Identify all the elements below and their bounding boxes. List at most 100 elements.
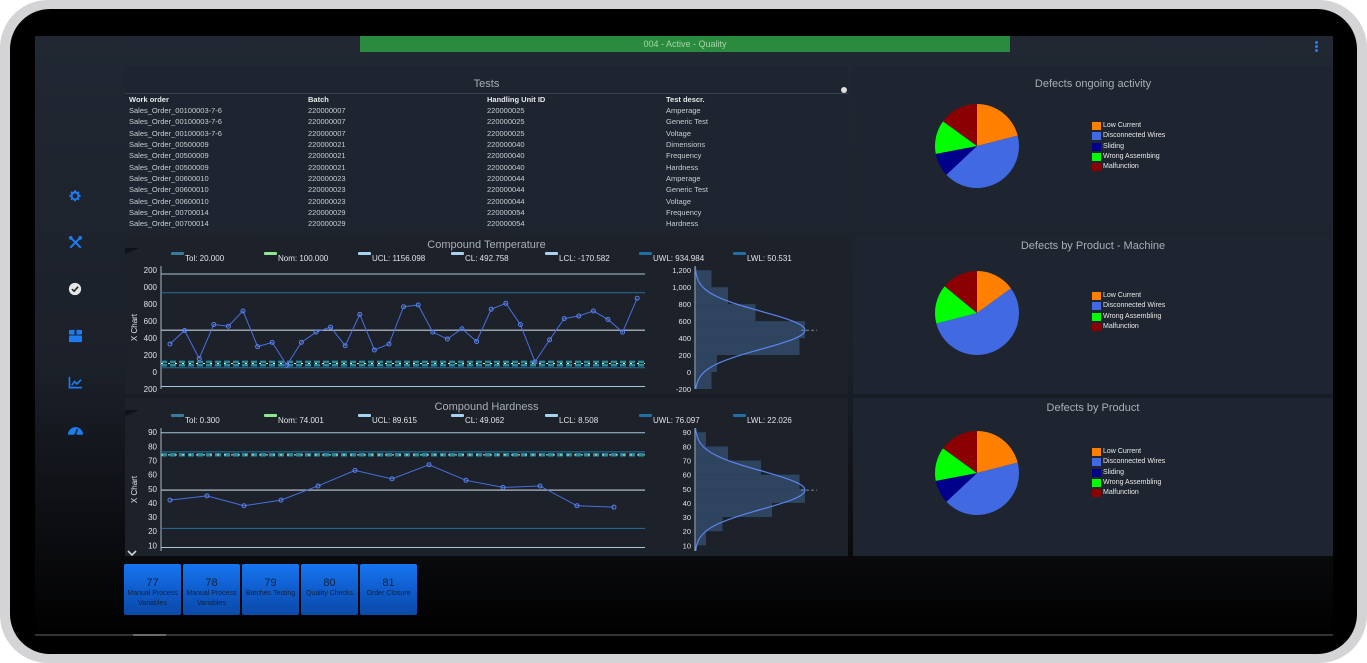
column-header[interactable]: Batch xyxy=(308,94,487,105)
tile-label: Manual Process Variables xyxy=(186,590,237,607)
table-row[interactable]: Sales_Order_00700014 220000029 220000054 Ha… xyxy=(129,218,849,229)
histogram-tick-label: 600 xyxy=(678,317,691,326)
histogram-bar xyxy=(695,355,717,373)
legend-item[interactable]: Wrong Assembling xyxy=(1092,312,1165,322)
pie-legend: Low Current Disconnected Wires Sliding Wron… xyxy=(1092,121,1165,172)
tile-label: Batches Testing xyxy=(245,590,296,597)
legend-swatch xyxy=(1092,458,1101,467)
legend-item[interactable]: Malfunction xyxy=(1092,322,1165,332)
legend-item[interactable]: Disconnected Wires xyxy=(1092,131,1165,141)
histogram-bar xyxy=(695,474,800,489)
table-row[interactable]: Sales_Order_00500009 220000021 220000040 Di… xyxy=(129,139,849,150)
histogram-bar xyxy=(695,338,800,356)
table-row[interactable]: Sales_Order_00100003-7-6 220000007 2200000… xyxy=(129,105,849,116)
table-cell: 220000021 xyxy=(308,151,346,161)
column-header[interactable]: Handling Unit ID xyxy=(487,94,666,105)
table-cell: 220000021 xyxy=(308,140,346,150)
table-cell: Frequency xyxy=(666,207,702,217)
table-cell: Amperage xyxy=(666,173,701,183)
y-axis-label: X Chart xyxy=(130,313,139,341)
histogram-tick-label: 400 xyxy=(678,334,691,343)
table-cell: 220000007 xyxy=(308,128,346,138)
tile-label: Order Closure xyxy=(366,590,411,597)
y-tick-label: 200 xyxy=(144,385,158,394)
legend-item[interactable]: Malfunction xyxy=(1092,488,1165,498)
gear-icon[interactable] xyxy=(65,186,85,206)
legend-item[interactable]: Malfunction xyxy=(1092,162,1165,172)
nav-tile-button[interactable]: 80 Quality Checks xyxy=(301,564,358,615)
table-row[interactable]: Sales_Order_00100003-7-6 220000007 2200000… xyxy=(129,116,849,127)
tools-icon[interactable] xyxy=(65,232,85,252)
chart-plot: X Chart 200 0 200 400 600 800 000 200 -200 0 200 400… xyxy=(130,265,817,394)
table-header-row: Work order Batch Handling Unit ID Test d… xyxy=(129,94,849,105)
table-cell: 220000023 xyxy=(308,185,346,195)
table-cell: 220000021 xyxy=(308,162,346,172)
legend-label: Disconnected Wires xyxy=(1103,132,1166,140)
legend-item[interactable]: Disconnected Wires xyxy=(1092,457,1165,467)
tile-number: 81 xyxy=(382,577,395,589)
legend-item[interactable]: Wrong Assembing xyxy=(1092,152,1165,162)
legend-label: Low Current xyxy=(1103,122,1142,129)
legend-item[interactable]: Low Current xyxy=(1092,121,1165,131)
y-tick-label: 000 xyxy=(144,283,158,292)
legend-label: Sliding xyxy=(1103,142,1125,150)
scrollbar-thumb[interactable] xyxy=(133,634,166,636)
table-cell: 220000040 xyxy=(487,151,525,161)
kebab-menu-icon[interactable] xyxy=(1315,41,1319,52)
table-cell: Sales_Order_00700014 xyxy=(129,219,209,229)
box-icon[interactable] xyxy=(65,326,85,346)
table-cell: Sales_Order_00600010 xyxy=(129,185,209,195)
table-cell: 220000044 xyxy=(487,196,525,206)
table-row[interactable]: Sales_Order_00600010 220000023 220000044 Ge… xyxy=(129,184,849,195)
legend-label: Disconnected Wires xyxy=(1103,302,1166,310)
legend-label: Wrong Assembing xyxy=(1103,152,1160,160)
table-cell: 220000029 xyxy=(308,219,346,229)
legend-item[interactable]: Disconnected Wires xyxy=(1092,301,1165,311)
table-row[interactable]: Sales_Order_00100003-7-6 220000007 2200000… xyxy=(129,128,849,139)
histogram-tick-label: 60 xyxy=(683,471,691,480)
column-header[interactable]: Test descr. xyxy=(666,94,849,105)
chevron-down-icon[interactable] xyxy=(127,548,137,558)
histogram-tick-label: 40 xyxy=(683,499,691,508)
table-cell: Sales_Order_00100003-7-6 xyxy=(129,117,222,127)
table-row[interactable]: Sales_Order_00700014 220000029 220000054 Fr… xyxy=(129,207,849,218)
check-circle-icon[interactable] xyxy=(65,279,85,299)
table-cell: Sales_Order_00100003-7-6 xyxy=(129,106,222,116)
horizontal-scrollbar[interactable] xyxy=(35,634,1333,636)
table-cell: Generic Test xyxy=(666,185,708,195)
legend-item[interactable]: Low Current xyxy=(1092,447,1165,457)
histogram-tick-label: 1,200 xyxy=(672,266,691,275)
nav-tile-button[interactable]: 78 Manual Process Variables xyxy=(183,564,240,615)
legend-item[interactable]: Wrong Assembling xyxy=(1092,478,1165,488)
table-row[interactable]: Sales_Order_00600010 220000023 220000044 Vo… xyxy=(129,195,849,206)
series-line xyxy=(169,464,615,508)
legend-swatch xyxy=(1092,302,1101,311)
pie-chart xyxy=(935,271,1019,355)
chart-plot: X Chart 10 20 30 40 50 60 70 80 90 10 20 30 40 50 60 70 8… xyxy=(130,427,817,552)
legend-swatch xyxy=(1092,489,1101,498)
table-cell: Sales_Order_00700014 xyxy=(129,207,209,217)
table-row[interactable]: Sales_Order_00500009 220000021 220000040 Ha… xyxy=(129,161,849,172)
table-cell: Sales_Order_00500009 xyxy=(129,151,209,161)
table-cell: Sales_Order_00500009 xyxy=(129,140,209,150)
nav-tile-button[interactable]: 79 Batches Testing xyxy=(242,564,299,615)
column-header[interactable]: Work order xyxy=(129,94,308,105)
table-row[interactable]: Sales_Order_00600010 220000023 220000044 Am… xyxy=(129,173,849,184)
legend-swatch xyxy=(1092,292,1101,300)
legend-item[interactable]: Sliding xyxy=(1092,468,1165,478)
tile-label: Quality Checks xyxy=(305,590,354,597)
gauge-icon[interactable] xyxy=(65,419,85,439)
table-cell: 220000007 xyxy=(308,117,346,127)
legend-swatch xyxy=(1092,132,1101,141)
table-row[interactable]: Sales_Order_00500009 220000021 220000040 Fr… xyxy=(129,150,849,161)
legend-swatch xyxy=(1092,152,1101,161)
table-cell: Dimensions xyxy=(666,140,706,150)
nav-tile-button[interactable]: 81 Order Closure xyxy=(360,564,417,615)
tile-number: 77 xyxy=(146,577,159,589)
legend-item[interactable]: Low Current xyxy=(1092,291,1165,301)
tests-panel: Tests Work order Batch Handling Unit ID … xyxy=(125,66,848,230)
legend-item[interactable]: Sliding xyxy=(1092,142,1165,152)
y-tick-label: 50 xyxy=(148,485,157,494)
chart-line-icon[interactable] xyxy=(65,372,85,392)
nav-tile-button[interactable]: 77 Manual Process Variables xyxy=(124,564,181,615)
